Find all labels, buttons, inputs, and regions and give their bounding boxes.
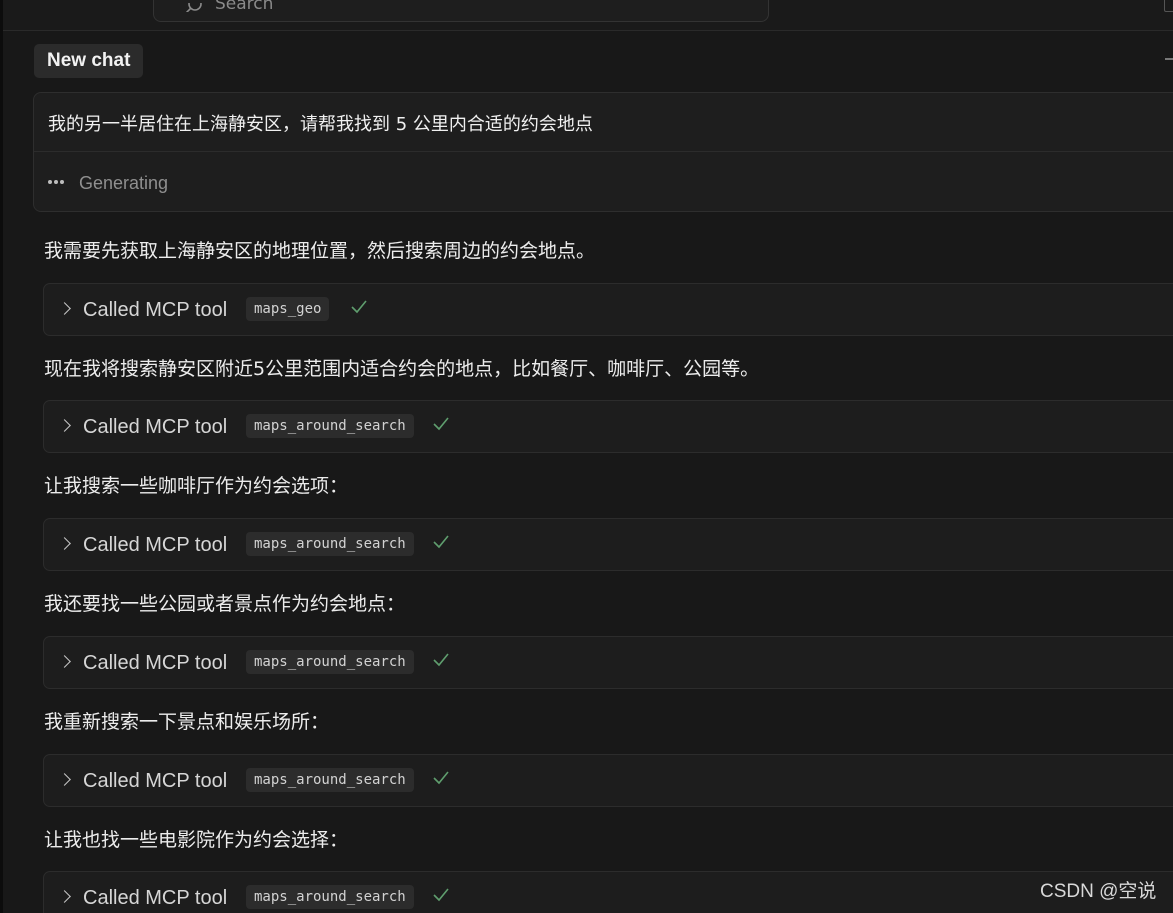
chevron-right-icon[interactable]: [58, 655, 71, 668]
chevron-right-icon[interactable]: [58, 537, 71, 550]
tool-call-card[interactable]: Called MCP tool maps_around_search: [43, 754, 1173, 807]
assistant-message: 让我搜索一些咖啡厅作为约会选项：: [44, 475, 349, 497]
tool-name-badge: maps_around_search: [246, 768, 414, 792]
chevron-right-icon[interactable]: [58, 890, 71, 903]
assistant-message: 我还要找一些公园或者景点作为约会地点：: [44, 593, 406, 615]
tool-name-badge: maps_around_search: [246, 414, 414, 438]
tool-call-card[interactable]: Called MCP tool maps_geo: [43, 283, 1173, 336]
user-prompt-text: 我的另一半居住在上海静安区，请帮我找到 5 公里内合适的约会地点: [48, 114, 593, 135]
chevron-right-icon[interactable]: [58, 302, 71, 315]
tool-call-label: Called MCP tool: [83, 770, 228, 792]
check-icon: [433, 653, 449, 667]
new-tab-icon[interactable]: [1165, 58, 1173, 60]
tool-call-label: Called MCP tool: [83, 652, 228, 674]
tool-call-card[interactable]: Called MCP tool maps_around_search: [43, 871, 1173, 913]
tool-call-label: Called MCP tool: [83, 534, 228, 556]
user-prompt-card: 我的另一半居住在上海静安区，请帮我找到 5 公里内合适的约会地点 Generat…: [33, 92, 1173, 212]
tool-name-badge: maps_around_search: [246, 650, 414, 674]
tool-call-label: Called MCP tool: [83, 416, 228, 438]
top-bar: Search: [3, 0, 1173, 31]
chat-window: Search New chat 我的另一半居住在上海静安区，请帮我找到 5 公里…: [0, 0, 1173, 913]
tool-call-card[interactable]: Called MCP tool maps_around_search: [43, 636, 1173, 689]
tool-call-label: Called MCP tool: [83, 887, 228, 909]
check-icon: [351, 300, 367, 314]
tab-new-chat[interactable]: New chat: [34, 44, 144, 78]
tool-call-card[interactable]: Called MCP tool maps_around_search: [43, 518, 1173, 571]
assistant-message: 现在我将搜索静安区附近5公里范围内适合约会的地点，比如餐厅、咖啡厅、公园等。: [44, 358, 760, 380]
tool-name-badge: maps_around_search: [246, 532, 414, 556]
tool-call-label: Called MCP tool: [83, 299, 228, 321]
tool-call-card[interactable]: Called MCP tool maps_around_search: [43, 400, 1173, 453]
check-icon: [433, 535, 449, 549]
assistant-message: 我重新搜索一下景点和娱乐场所：: [44, 711, 330, 733]
assistant-message: 让我也找一些电影院作为约会选择：: [44, 829, 349, 851]
tool-name-badge: maps_geo: [246, 297, 330, 321]
generating-status: Generating: [79, 173, 169, 193]
assistant-message: 我需要先获取上海静安区的地理位置，然后搜索周边的约会地点。: [44, 240, 596, 262]
check-icon: [433, 417, 449, 431]
tool-name-badge: maps_around_search: [246, 885, 414, 909]
watermark: CSDN @空说: [1040, 881, 1157, 902]
chevron-right-icon[interactable]: [58, 773, 71, 786]
check-icon: [433, 771, 449, 785]
search-placeholder: Search: [215, 0, 274, 14]
panel-toggle-icon[interactable]: [1164, 0, 1173, 12]
chevron-right-icon[interactable]: [58, 419, 71, 432]
search-icon[interactable]: [186, 0, 202, 12]
prompt-divider: [34, 151, 1173, 152]
generating-dots-icon: [48, 180, 64, 184]
check-icon: [433, 888, 449, 902]
